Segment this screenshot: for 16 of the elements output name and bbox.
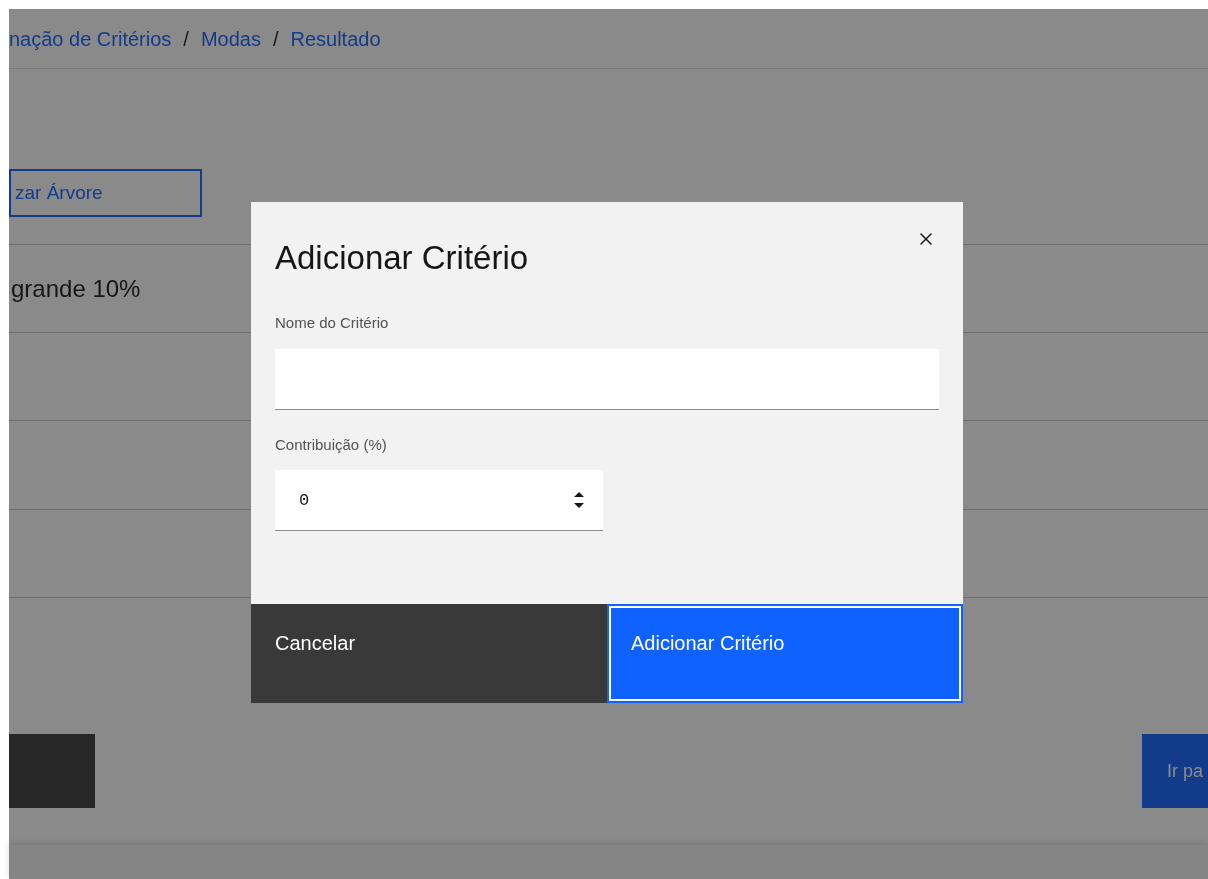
modal-title: Adicionar Critério bbox=[275, 238, 529, 278]
view-tree-button[interactable]: zar Árvore bbox=[9, 169, 202, 217]
spinner-icon[interactable] bbox=[573, 489, 585, 511]
number-field[interactable]: 0 bbox=[275, 470, 603, 531]
field-label: Contribuição (%) bbox=[275, 434, 388, 455]
breadcrumb-link[interactable]: nação de Critérios bbox=[9, 23, 172, 54]
next-button[interactable]: Ir pa bbox=[1142, 734, 1208, 808]
criterion-row-text: grande 10% bbox=[10, 273, 141, 304]
add-criterion-button[interactable]: Adicionar Critério bbox=[607, 604, 963, 703]
breadcrumb-link[interactable]: Modas bbox=[200, 23, 261, 54]
breadcrumb-separator: / bbox=[272, 26, 279, 52]
breadcrumb-link[interactable]: Resultado bbox=[290, 23, 381, 54]
cancel-button[interactable]: Cancelar bbox=[251, 604, 607, 703]
text-field[interactable] bbox=[275, 348, 939, 410]
field-label: Nome do Critério bbox=[275, 313, 390, 333]
breadcrumb-separator: / bbox=[183, 26, 189, 52]
